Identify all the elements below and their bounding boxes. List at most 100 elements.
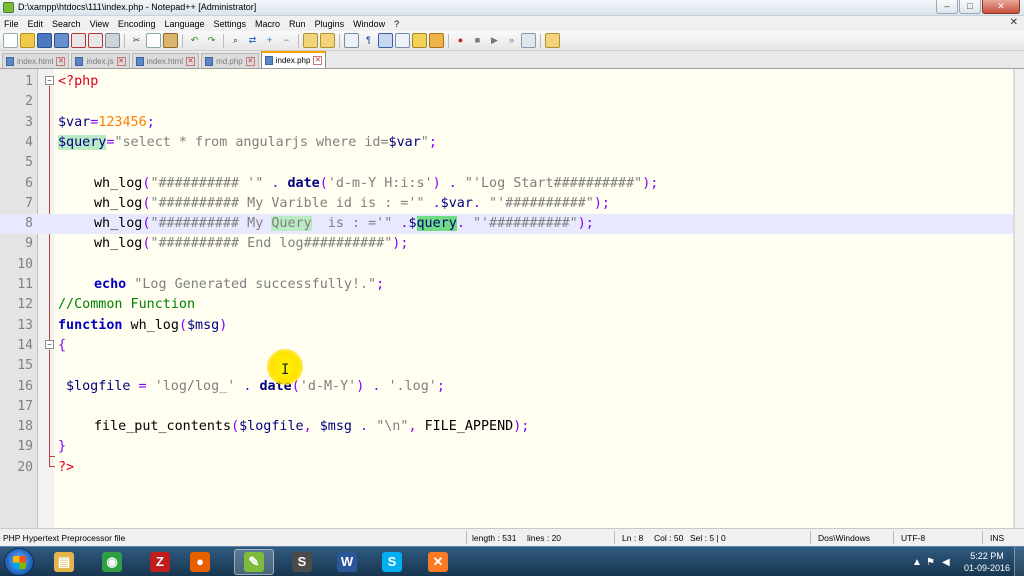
menu-encoding[interactable]: Encoding: [118, 19, 156, 29]
paste-icon[interactable]: [163, 33, 178, 48]
token: ;: [376, 277, 385, 292]
replace-icon[interactable]: ⇄: [245, 33, 260, 48]
token: "select * from angularjs where id=: [114, 134, 389, 150]
menu-search[interactable]: Search: [52, 19, 81, 29]
volume-icon[interactable]: ◀: [942, 557, 950, 568]
taskbar-button-xampp[interactable]: ✕: [418, 549, 458, 575]
run-macro-icon[interactable]: »: [504, 33, 519, 48]
line-number: 17: [17, 398, 33, 414]
token: }: [58, 439, 67, 455]
all-characters-icon[interactable]: ¶: [361, 33, 376, 48]
tab-close-icon[interactable]: ✕: [116, 56, 126, 66]
code-editor[interactable]: − − 1 <?php 2 3 $var=123456; 4 $query="s…: [0, 69, 1014, 528]
tab-close-icon[interactable]: ✕: [313, 56, 323, 65]
code-line: 10: [0, 255, 1013, 275]
find-icon[interactable]: ⌕: [228, 33, 243, 48]
menu-language[interactable]: Language: [164, 19, 204, 29]
close-all-icon[interactable]: [88, 33, 103, 48]
close-icon[interactable]: [71, 33, 86, 48]
sync-horizontal-icon[interactable]: [320, 33, 335, 48]
token: ": [420, 134, 429, 150]
taskbar-button-explorer[interactable]: ▤: [44, 549, 84, 575]
show-hidden-icons-icon[interactable]: ▲: [912, 557, 922, 568]
tab-close-icon[interactable]: ✕: [56, 56, 66, 66]
token: 123456: [98, 114, 147, 130]
copy-icon[interactable]: [146, 33, 161, 48]
tab-close-icon[interactable]: ✕: [245, 56, 255, 66]
play-macro-icon[interactable]: ▶: [487, 33, 502, 48]
menu-run[interactable]: Run: [289, 19, 306, 29]
status-encoding[interactable]: UTF-8: [901, 533, 925, 543]
doc-map-icon[interactable]: [412, 33, 427, 48]
vertical-scrollbar[interactable]: [1014, 69, 1024, 528]
plugin-icon[interactable]: [545, 33, 560, 48]
file-icon: [135, 56, 144, 66]
redo-icon[interactable]: ↷: [204, 33, 219, 48]
taskbar-button-firefox[interactable]: ●: [180, 549, 220, 575]
tab-index-html[interactable]: index.html ✕: [2, 53, 70, 68]
clock-date: 01-09-2016: [963, 563, 1010, 573]
tab-index-html-2[interactable]: index.html ✕: [131, 53, 200, 68]
status-bar: PHP Hypertext Preprocessor file length :…: [0, 528, 1024, 546]
clock[interactable]: 5:22 PM 01-09-2016: [964, 550, 1010, 574]
show-desktop-button[interactable]: [1014, 547, 1024, 576]
token: (: [319, 175, 328, 191]
tab-close-icon[interactable]: ✕: [186, 56, 196, 66]
menu-settings[interactable]: Settings: [214, 19, 247, 29]
token: );: [513, 419, 530, 435]
status-insert-mode[interactable]: INS: [990, 533, 1004, 543]
line-number: 7: [25, 195, 33, 211]
cut-icon[interactable]: ✂: [129, 33, 144, 48]
close-window-button[interactable]: ✕: [982, 0, 1020, 14]
undo-icon[interactable]: ↶: [187, 33, 202, 48]
function-list-icon[interactable]: [429, 33, 444, 48]
start-button[interactable]: [4, 548, 34, 576]
status-selection: Sel : 5 | 0: [690, 533, 726, 543]
user-language-icon[interactable]: [395, 33, 410, 48]
code-line: 16 $logfile = 'log/log_' . date('d-M-Y')…: [0, 377, 1013, 397]
menu-plugins[interactable]: Plugins: [315, 19, 345, 29]
tab-index-php[interactable]: index.php ✕: [260, 51, 327, 68]
line-number: 15: [17, 358, 33, 374]
save-all-icon[interactable]: [54, 33, 69, 48]
menu-file[interactable]: File: [4, 19, 19, 29]
menu-macro[interactable]: Macro: [255, 19, 280, 29]
taskbar-button-sublime[interactable]: S: [282, 549, 322, 575]
menu-edit[interactable]: Edit: [28, 19, 44, 29]
tab-md-php[interactable]: md.php ✕: [201, 53, 259, 68]
maximize-button[interactable]: □: [959, 0, 981, 14]
sync-vertical-icon[interactable]: [303, 33, 318, 48]
token: {: [58, 337, 67, 353]
stop-macro-icon[interactable]: ■: [470, 33, 485, 48]
indent-guide-icon[interactable]: [378, 33, 393, 48]
tab-label: index.html: [17, 56, 54, 66]
open-file-icon[interactable]: [20, 33, 35, 48]
taskbar-button-skype[interactable]: S: [372, 549, 412, 575]
tab-index-js[interactable]: index.js ✕: [71, 53, 130, 68]
zoom-out-icon[interactable]: −: [279, 33, 294, 48]
save-icon[interactable]: [37, 33, 52, 48]
code-line: 11 echo "Log Generated successfully!.";: [0, 275, 1013, 295]
taskbar-button-notepadpp[interactable]: ✎: [234, 549, 274, 575]
word-wrap-icon[interactable]: [344, 33, 359, 48]
new-file-icon[interactable]: [3, 33, 18, 48]
sublime-icon: S: [292, 552, 312, 572]
token: "'##########": [472, 216, 578, 232]
save-macro-icon[interactable]: [521, 33, 536, 48]
token: //Common Function: [58, 297, 196, 313]
zoom-in-icon[interactable]: +: [262, 33, 277, 48]
record-macro-icon[interactable]: ●: [453, 33, 468, 48]
taskbar-button-word[interactable]: W: [327, 549, 367, 575]
menu-window[interactable]: Window: [353, 19, 385, 29]
print-icon[interactable]: [105, 33, 120, 48]
status-eol[interactable]: Dos\Windows: [818, 533, 870, 543]
taskbar-button-filezilla[interactable]: Z: [140, 549, 180, 575]
code-line: 14 {: [0, 336, 1013, 356]
menu-view[interactable]: View: [90, 19, 109, 29]
taskbar-button-chrome[interactable]: ◉: [92, 549, 132, 575]
flag-icon[interactable]: ⚑: [926, 557, 935, 568]
close-document-icon[interactable]: ✕: [1010, 17, 1018, 28]
token: );: [593, 195, 610, 211]
menu-help[interactable]: ?: [394, 19, 399, 29]
minimize-button[interactable]: –: [936, 0, 958, 14]
